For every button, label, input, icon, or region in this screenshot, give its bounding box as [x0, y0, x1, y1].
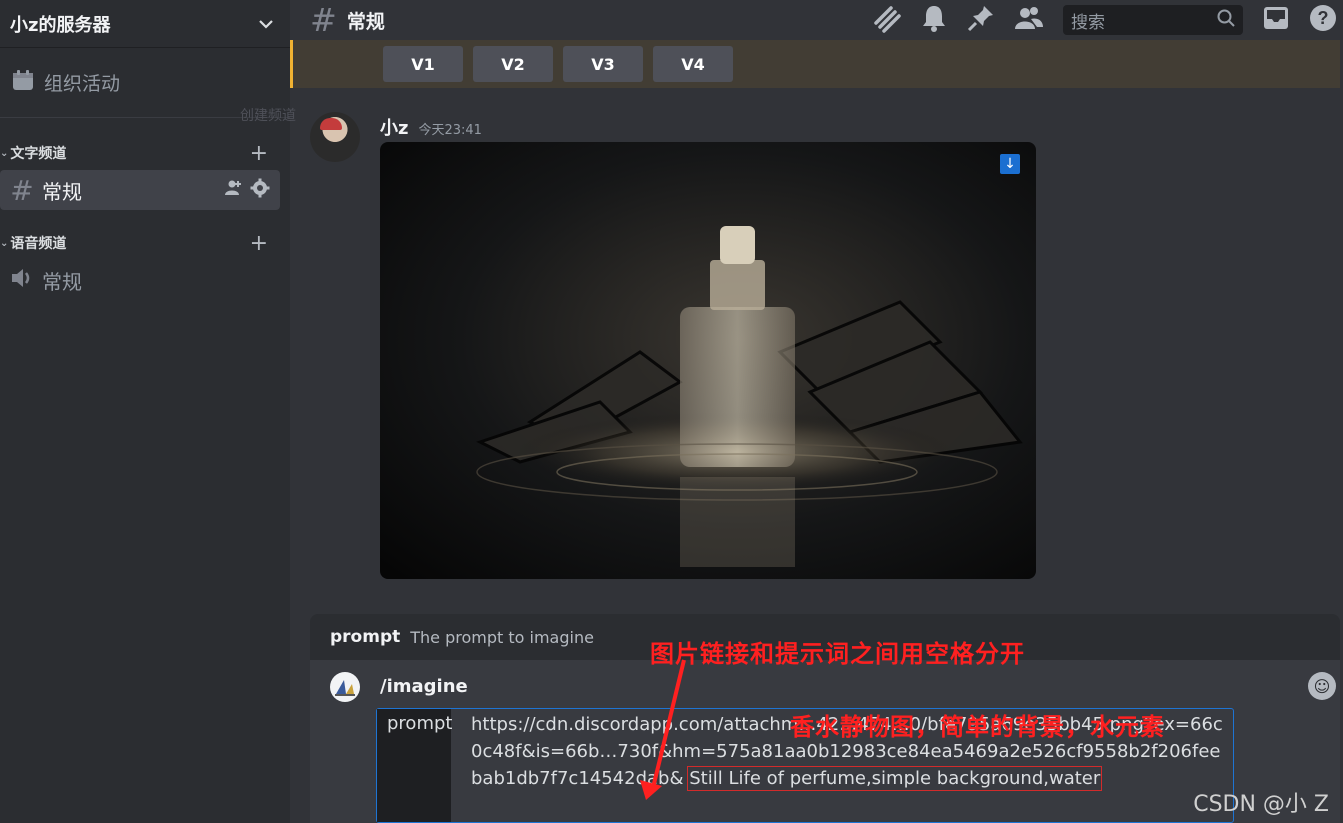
gear-icon[interactable]: [250, 178, 270, 203]
prompt-field-label: prompt: [377, 709, 452, 822]
voice-category-label: 语音频道: [10, 236, 67, 252]
annotation-translation: 香水静物图，简单的背景，水元素: [790, 713, 1165, 741]
caret-icon: ⌄: [0, 237, 9, 249]
create-channel-ghost: 创建频道: [240, 108, 296, 124]
help-icon[interactable]: ?: [1309, 4, 1337, 36]
text-category[interactable]: ⌄ 文字频道 +: [0, 141, 290, 166]
attachment-image[interactable]: ↓: [380, 142, 1036, 579]
variation-button-1[interactable]: V1: [383, 46, 463, 82]
add-channel-icon[interactable]: +: [250, 141, 268, 166]
svg-text:?: ?: [1318, 8, 1329, 28]
author-name[interactable]: 小z: [380, 114, 408, 140]
prompt-text: Still Life of perfume,simple background,…: [687, 766, 1103, 791]
events-label: 组织活动: [44, 73, 121, 95]
pin-icon[interactable]: [967, 4, 995, 36]
speaker-icon: [10, 267, 34, 294]
voice-channel-label: 常规: [42, 269, 82, 294]
message: 小z 今天23:41: [310, 112, 482, 162]
channel-sidebar: 小z的服务器 组织活动 创建频道 ⌄文字频道 + #常规 ⌄语音频道 +: [0, 0, 296, 823]
bell-icon[interactable]: [921, 4, 947, 36]
watermark: CSDN @小 Z: [1193, 792, 1329, 817]
chevron-down-icon[interactable]: [256, 14, 276, 34]
search-icon: [1217, 9, 1235, 32]
text-category-label: 文字频道: [10, 146, 67, 162]
caret-icon: ⌄: [0, 147, 9, 159]
search-placeholder: 搜索: [1071, 12, 1105, 33]
calendar-icon: [12, 69, 34, 96]
threads-icon[interactable]: [871, 3, 901, 37]
hash-icon: #: [10, 173, 34, 207]
invite-icon[interactable]: [224, 178, 242, 202]
message-timestamp: 今天23:41: [418, 123, 482, 138]
option-description: The prompt to imagine: [410, 627, 594, 647]
server-header[interactable]: 小z的服务器: [0, 0, 290, 48]
add-voice-channel-icon[interactable]: +: [250, 231, 268, 256]
option-key: prompt: [330, 627, 401, 647]
sidebar-channel-general[interactable]: # 常规: [0, 170, 280, 210]
variation-button-2[interactable]: V2: [473, 46, 553, 82]
channel-header: # 常规 搜索 ?: [290, 0, 1343, 40]
previous-message-highlight: V1 V2 V3 V4: [290, 40, 1340, 88]
events-item[interactable]: 组织活动 创建频道: [0, 48, 296, 124]
channel-label: 常规: [42, 179, 82, 204]
voice-category[interactable]: ⌄ 语音频道 +: [0, 231, 290, 256]
members-icon[interactable]: [1015, 5, 1043, 35]
perfume-bottle-image: [476, 226, 1023, 567]
emoji-icon[interactable]: ☺: [1308, 672, 1336, 700]
variation-button-4[interactable]: V4: [653, 46, 733, 82]
avatar[interactable]: [310, 112, 360, 162]
channel-title: 常规: [346, 10, 385, 33]
bot-avatar-icon: [330, 672, 360, 702]
download-icon[interactable]: ↓: [1000, 154, 1020, 174]
annotation-separator: 图片链接和提示词之间用空格分开: [650, 640, 1025, 668]
inbox-icon[interactable]: [1263, 5, 1289, 35]
command-name: /imagine: [380, 676, 468, 697]
variation-button-3[interactable]: V3: [563, 46, 643, 82]
sidebar-channel-voice[interactable]: 常规: [0, 260, 280, 300]
server-name: 小z的服务器: [10, 14, 111, 36]
search-input[interactable]: 搜索: [1063, 5, 1243, 35]
hash-icon: #: [310, 1, 337, 39]
